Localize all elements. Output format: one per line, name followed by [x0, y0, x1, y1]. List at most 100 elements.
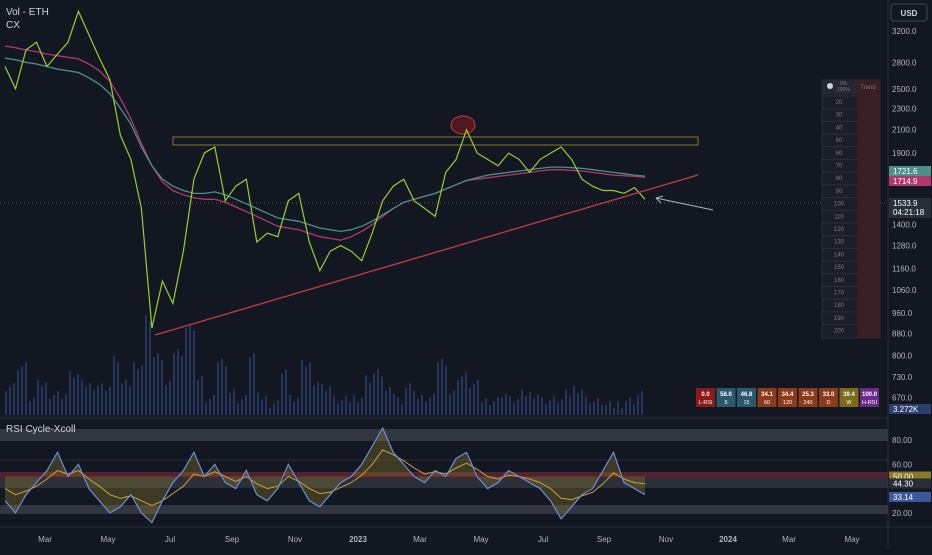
volume-bar [453, 390, 455, 415]
volume-bar [197, 380, 199, 415]
time-tick-label: Mar [782, 535, 796, 544]
volume-bar [581, 389, 583, 415]
volume-bar [113, 355, 115, 415]
volume-bar [169, 381, 171, 415]
volume-bar [221, 358, 223, 415]
volume-bar [425, 401, 427, 415]
volume-bar [545, 404, 547, 415]
volume-bar [409, 383, 411, 415]
volume-bar [261, 399, 263, 415]
volume-bar [173, 353, 175, 415]
volume-bar [413, 390, 415, 415]
volume-bar [553, 396, 555, 415]
volume-bar [97, 386, 99, 415]
volume-bar [393, 393, 395, 415]
rsi-tick-label: 20.00 [892, 509, 913, 518]
volume-bar [5, 391, 7, 415]
price-tick-label: 1900.0 [892, 149, 917, 158]
scale-row-label: 170 [834, 291, 845, 297]
volume-bar [377, 369, 379, 415]
price-tick-label: 730.0 [892, 373, 913, 382]
price-tag-label: 1721.6 [893, 167, 918, 176]
mtf-value: 25.3 [802, 392, 814, 398]
volume-bar [357, 402, 359, 415]
volume-bar [533, 398, 535, 415]
mtf-value: 58.0 [720, 392, 732, 398]
volume-bar [313, 385, 315, 415]
volume-bar [341, 399, 343, 415]
volume-bar [253, 353, 255, 415]
price-tick-label: 880.0 [892, 329, 913, 338]
volume-bar [557, 403, 559, 415]
scale-row-label: 80 [836, 176, 843, 182]
volume-bar [297, 397, 299, 415]
volume-bar [137, 369, 139, 415]
scale-row-label: 190 [834, 316, 845, 322]
volume-bar [397, 397, 399, 415]
volume-bar [569, 396, 571, 415]
volume-bar [57, 391, 59, 415]
scale-row-label: 60 [836, 151, 843, 157]
volume-bar [233, 388, 235, 415]
volume-bar [633, 404, 635, 415]
mtf-label: 60 [764, 400, 770, 406]
rsi-tick-label: 80.00 [892, 436, 913, 445]
mtf-label: D [827, 400, 831, 406]
volume-bar [501, 397, 503, 415]
volume-bar [381, 376, 383, 415]
volume-bar [541, 397, 543, 415]
time-tick-label: Nov [659, 535, 673, 544]
price-tick-label: 670.0 [892, 393, 913, 402]
volume-bar [333, 396, 335, 415]
volume-bar [257, 392, 259, 415]
volume-bar [25, 362, 27, 415]
volume-bar [41, 386, 43, 415]
volume-bar [229, 392, 231, 415]
volume-bar [13, 383, 15, 415]
volume-bar [637, 395, 639, 415]
volume-bar [277, 399, 279, 415]
mtf-value: 39.4 [843, 392, 855, 398]
volume-bar [265, 395, 267, 415]
volume-bar [561, 399, 563, 415]
volume-bar [185, 327, 187, 415]
time-tick-label: 2024 [719, 535, 737, 544]
volume-bar [89, 383, 91, 415]
time-tick-label: May [100, 535, 115, 544]
volume-bar [473, 384, 475, 415]
volume-bar [405, 387, 407, 415]
volume-bar [49, 399, 51, 415]
currency-button-label: USD [901, 9, 918, 18]
rsi-tick-label: 60.00 [892, 460, 913, 469]
volume-bar [525, 396, 527, 415]
volume-bar [349, 402, 351, 415]
volume-bar [77, 373, 79, 415]
price-tag-countdown: 04:21:18 [893, 208, 925, 217]
volume-bar [401, 404, 403, 415]
volume-bar [125, 379, 127, 415]
volume-bar [629, 397, 631, 415]
volume-bar [249, 357, 251, 415]
volume-bar [373, 373, 375, 415]
volume-bar [329, 386, 331, 415]
currency-button[interactable]: USD [890, 3, 928, 22]
price-tick-label: 3200.0 [892, 27, 917, 36]
mtf-label: W [846, 400, 852, 406]
volume-bar [145, 315, 147, 415]
time-tick-label: Nov [288, 535, 302, 544]
volume-bar [529, 392, 531, 415]
volume-bar [241, 399, 243, 415]
rsi-tags: 50.0044.3033.14 [889, 471, 931, 502]
volume-bar [189, 323, 191, 415]
volume-bar [85, 387, 87, 415]
volume-bar [81, 380, 83, 415]
mtf-value: 34.4 [782, 392, 794, 398]
price-tick-label: 800.0 [892, 352, 913, 361]
volume-bar [361, 398, 363, 415]
volume-bar [281, 373, 283, 415]
volume-bar [109, 386, 111, 415]
scale-row-label: 120 [834, 227, 845, 233]
chart-window: 3200.0 2800.0 2500.0 2300.0 2100.0 1900.0 1400… [0, 0, 932, 550]
volume-bar [437, 362, 439, 415]
volume-bar [225, 365, 227, 415]
